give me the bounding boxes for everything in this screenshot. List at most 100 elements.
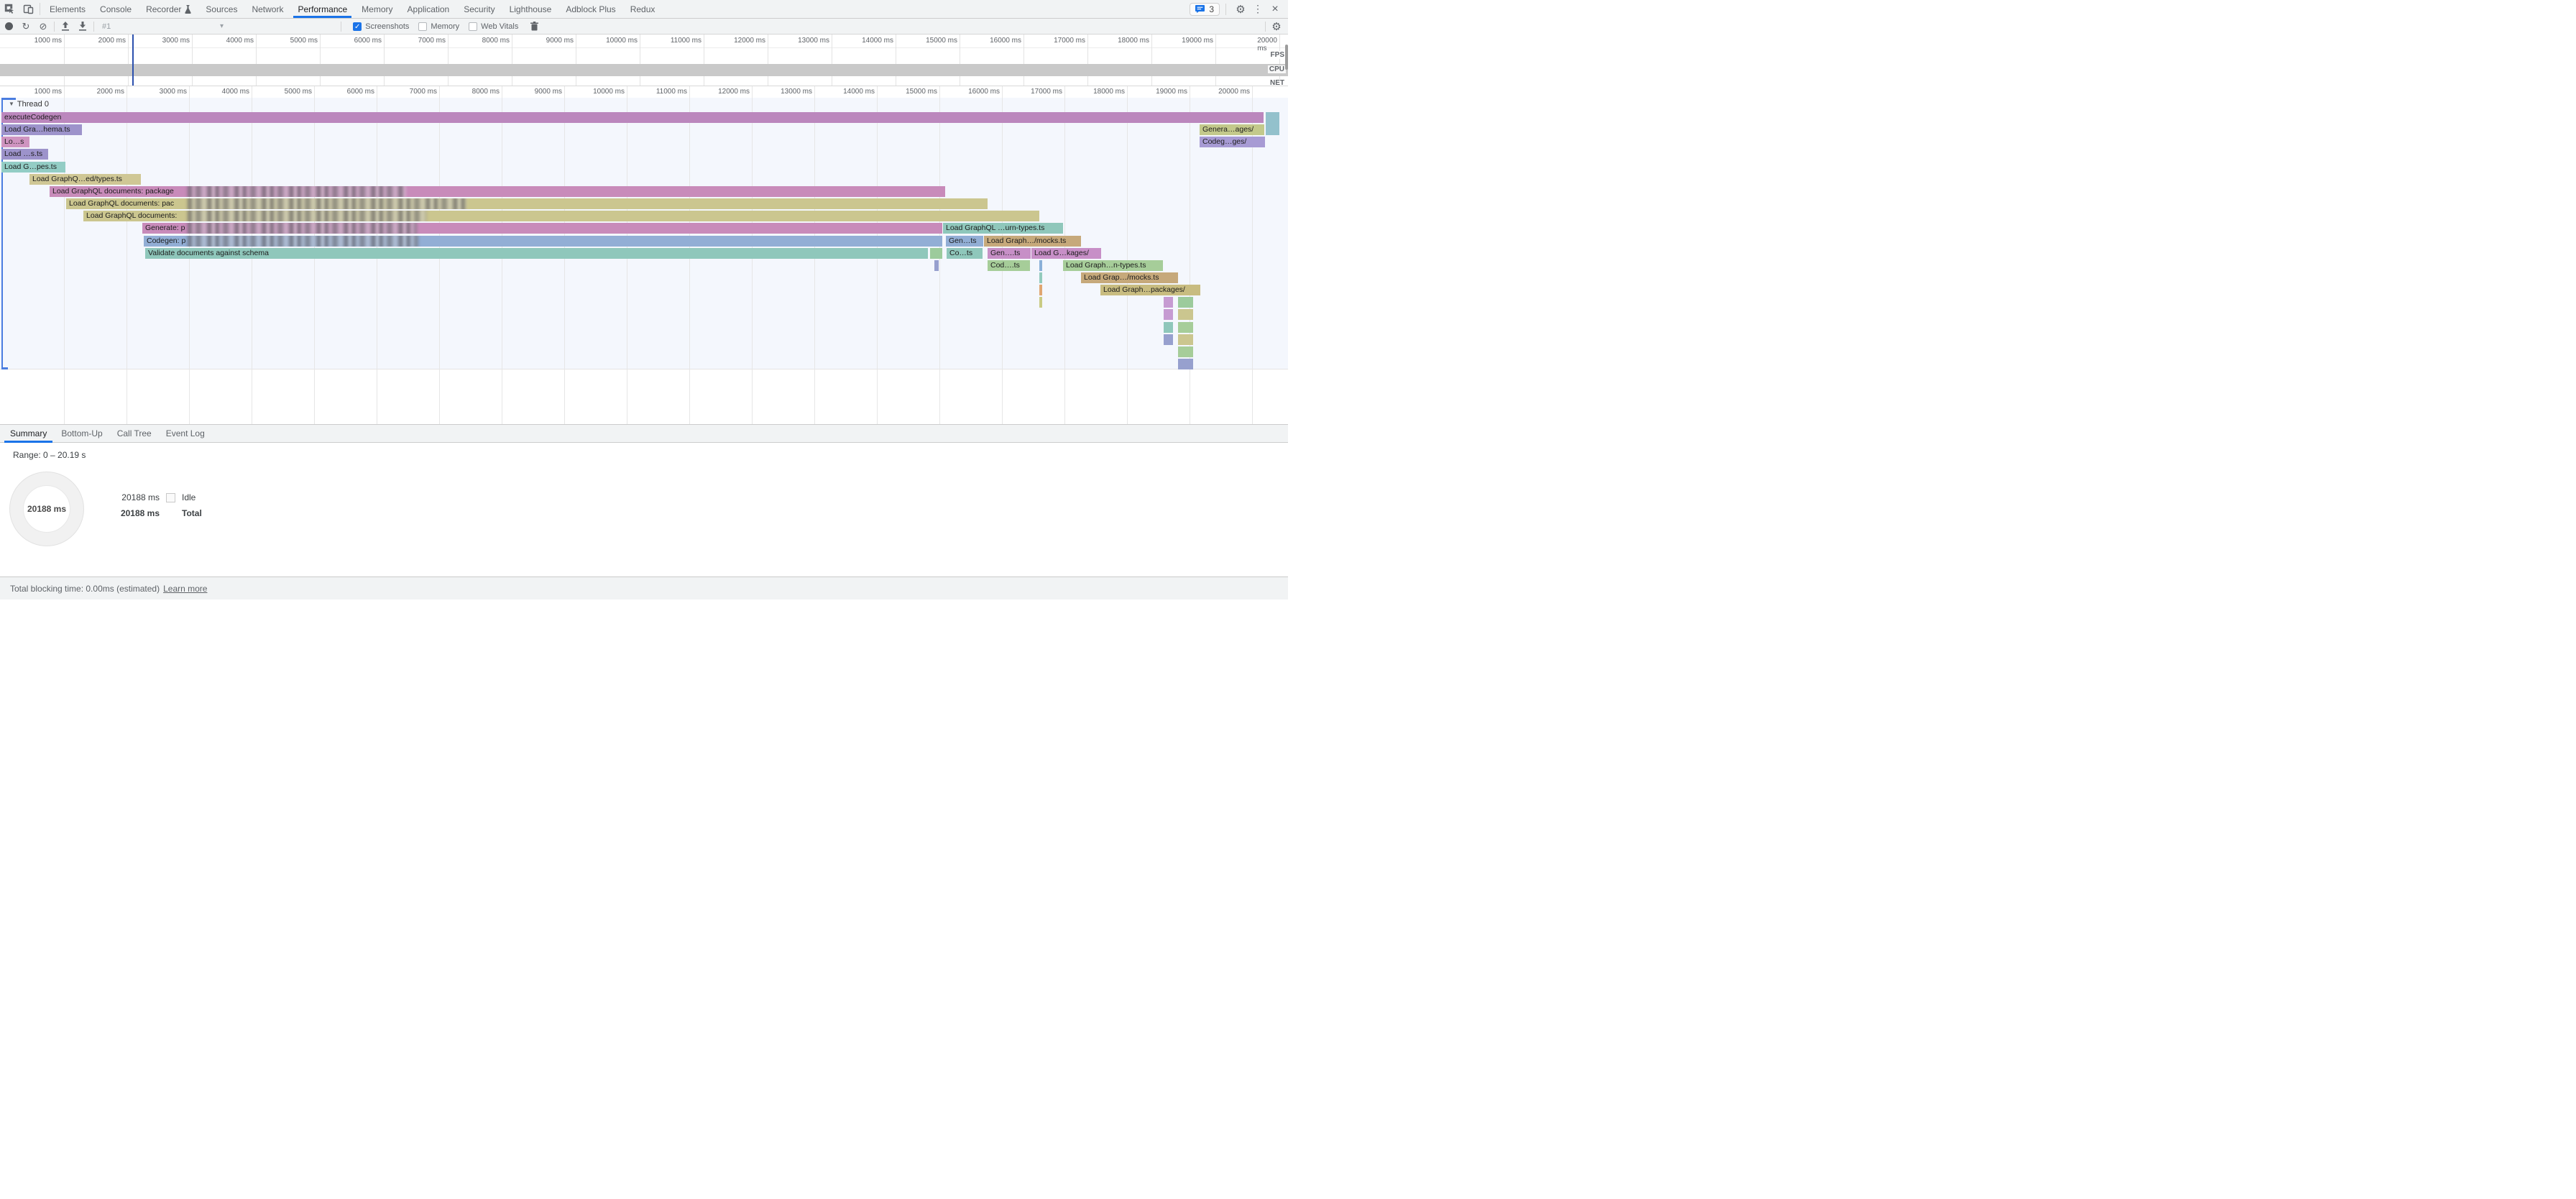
tab-label: Redux — [630, 4, 656, 14]
flame-event[interactable] — [1039, 260, 1042, 271]
flame-bar[interactable]: Validate documents against schema — [145, 248, 928, 259]
garbage-collect-icon[interactable] — [525, 19, 543, 35]
tab-recorder[interactable]: Recorder — [139, 0, 198, 18]
save-profile-button[interactable] — [74, 19, 91, 35]
history-select[interactable]: #1 — [102, 22, 111, 31]
ruler-label: 10000 ms — [606, 37, 638, 45]
settings-gear-icon[interactable]: ⚙ — [1232, 3, 1249, 16]
inspect-element-icon[interactable] — [0, 0, 19, 18]
tab-bottom-up[interactable]: Bottom-Up — [54, 425, 109, 442]
flame-event[interactable] — [1178, 346, 1193, 357]
flame-event[interactable] — [1178, 322, 1193, 333]
learn-more-link[interactable]: Learn more — [163, 584, 207, 594]
flame-event[interactable] — [1178, 334, 1193, 345]
flame-event[interactable] — [1178, 297, 1193, 308]
flame-bar[interactable]: Gen…ts — [946, 236, 983, 247]
tab-redux[interactable]: Redux — [623, 0, 663, 18]
chevron-down-icon[interactable]: ▾ — [220, 22, 224, 30]
tab-sources[interactable]: Sources — [198, 0, 244, 18]
checkbox-web-vitals[interactable]: Web Vitals — [469, 22, 518, 31]
flame-event[interactable] — [1178, 309, 1193, 320]
tab-memory[interactable]: Memory — [354, 0, 400, 18]
flame-bar[interactable]: Cod….ts — [988, 260, 1030, 271]
flame-event[interactable] — [1164, 309, 1173, 320]
flame-bar[interactable]: Load G…kages/ — [1031, 248, 1101, 259]
tab-network[interactable]: Network — [244, 0, 290, 18]
close-devtools-icon[interactable]: × — [1266, 3, 1284, 16]
flame-bar[interactable]: Lo…s — [1, 137, 29, 147]
tab-security[interactable]: Security — [456, 0, 502, 18]
flame-event[interactable] — [1164, 297, 1173, 308]
flame-event[interactable] — [1039, 285, 1042, 295]
checkbox-screenshots[interactable]: ✓Screenshots — [353, 22, 409, 31]
issues-badge-button[interactable]: 3 — [1190, 3, 1220, 16]
flame-event[interactable] — [1164, 334, 1173, 345]
flame-event[interactable] — [1178, 359, 1193, 369]
flame-bar[interactable]: Load GraphQL documents: — [83, 211, 1039, 221]
ruler-label: 18000 ms — [1093, 88, 1125, 96]
flame-bar[interactable]: Co…ts — [947, 248, 983, 259]
flame-bar[interactable]: Load GraphQL …urn-types.ts — [943, 223, 1063, 234]
flame-bar[interactable]: Gen….ts — [988, 248, 1031, 259]
capture-settings-gear-icon[interactable]: ⚙ — [1268, 19, 1285, 35]
overview-scrollbar[interactable] — [1285, 45, 1288, 70]
ruler-label: 17000 ms — [1054, 37, 1085, 45]
flame-event[interactable] — [1266, 112, 1279, 135]
flame-event[interactable] — [1039, 272, 1042, 283]
checkbox-memory[interactable]: Memory — [418, 22, 459, 31]
flame-bar[interactable]: Load Graph…packages/ — [1100, 285, 1200, 295]
flame-bar[interactable]: executeCodegen — [1, 112, 1264, 123]
flame-bar[interactable]: Generate: p — [142, 223, 942, 234]
gridline — [192, 35, 193, 86]
checkbox-checked-icon[interactable]: ✓ — [353, 22, 362, 31]
legend-label: Idle — [182, 492, 196, 502]
flame-bar[interactable]: Codeg…ges/ — [1200, 137, 1265, 147]
checkbox-unchecked-icon[interactable] — [469, 22, 477, 31]
gridline — [1215, 35, 1216, 86]
tab-lighthouse[interactable]: Lighthouse — [502, 0, 559, 18]
flame-event[interactable] — [934, 260, 939, 271]
flame-bar-label: Gen….ts — [990, 249, 1020, 257]
record-button[interactable] — [0, 19, 17, 35]
thread-track-header[interactable]: ▼Thread 0 — [9, 100, 49, 109]
flame-bar[interactable]: Load GraphQL documents: package — [50, 186, 945, 197]
flame-bar[interactable]: Load GraphQL documents: pac — [66, 198, 988, 209]
ruler-label: 9000 ms — [546, 37, 574, 45]
flame-bar[interactable]: Load G…pes.ts — [1, 162, 65, 173]
cpu-activity-band — [0, 64, 1288, 76]
flame-event[interactable] — [1164, 322, 1173, 333]
tab-summary[interactable]: Summary — [3, 425, 54, 442]
flame-bar[interactable]: Load GraphQ…ed/types.ts — [29, 174, 141, 185]
donut-total-label: 20188 ms — [10, 504, 83, 514]
status-bar: Total blocking time: 0.00ms (estimated) … — [0, 576, 1288, 600]
tab-label: Performance — [298, 4, 347, 14]
tab-event-log[interactable]: Event Log — [159, 425, 212, 442]
tab-elements[interactable]: Elements — [42, 0, 93, 18]
ruler-label: 6000 ms — [347, 88, 374, 96]
flame-bar[interactable]: Load Grap…/mocks.ts — [1081, 272, 1178, 283]
clear-recording-button[interactable]: ⊘ — [34, 19, 52, 35]
checkbox-unchecked-icon[interactable] — [418, 22, 427, 31]
collapse-triangle-icon[interactable]: ▼ — [9, 101, 14, 107]
flame-event[interactable] — [1039, 297, 1042, 308]
load-profile-button[interactable] — [57, 19, 74, 35]
tab-console[interactable]: Console — [93, 0, 139, 18]
flame-bar[interactable]: Genera…ages/ — [1200, 124, 1264, 135]
device-toolbar-icon[interactable] — [19, 0, 37, 18]
more-options-icon[interactable]: ⋮ — [1249, 3, 1266, 15]
tab-performance[interactable]: Performance — [290, 0, 354, 18]
flame-bar[interactable]: Load …s.ts — [1, 149, 48, 160]
flame-bar[interactable]: Load Graph…/mocks.ts — [984, 236, 1081, 247]
ruler-label: 2000 ms — [98, 37, 126, 45]
flame-event[interactable] — [930, 248, 942, 259]
flame-bar[interactable]: Load Graph…n-types.ts — [1063, 260, 1163, 271]
tab-call-tree[interactable]: Call Tree — [110, 425, 159, 442]
flame-chart[interactable]: 1000 ms2000 ms3000 ms4000 ms5000 ms6000 … — [0, 86, 1288, 424]
reload-and-record-button[interactable]: ↻ — [17, 19, 34, 35]
timeline-overview[interactable]: 1000 ms2000 ms3000 ms4000 ms5000 ms6000 … — [0, 35, 1288, 86]
tab-application[interactable]: Application — [400, 0, 457, 18]
tab-adblock-plus[interactable]: Adblock Plus — [558, 0, 622, 18]
redacted-text-blur — [188, 198, 466, 209]
flame-bar[interactable]: Load Gra…hema.ts — [1, 124, 82, 135]
flame-bar[interactable]: Codegen: p — [144, 236, 942, 247]
